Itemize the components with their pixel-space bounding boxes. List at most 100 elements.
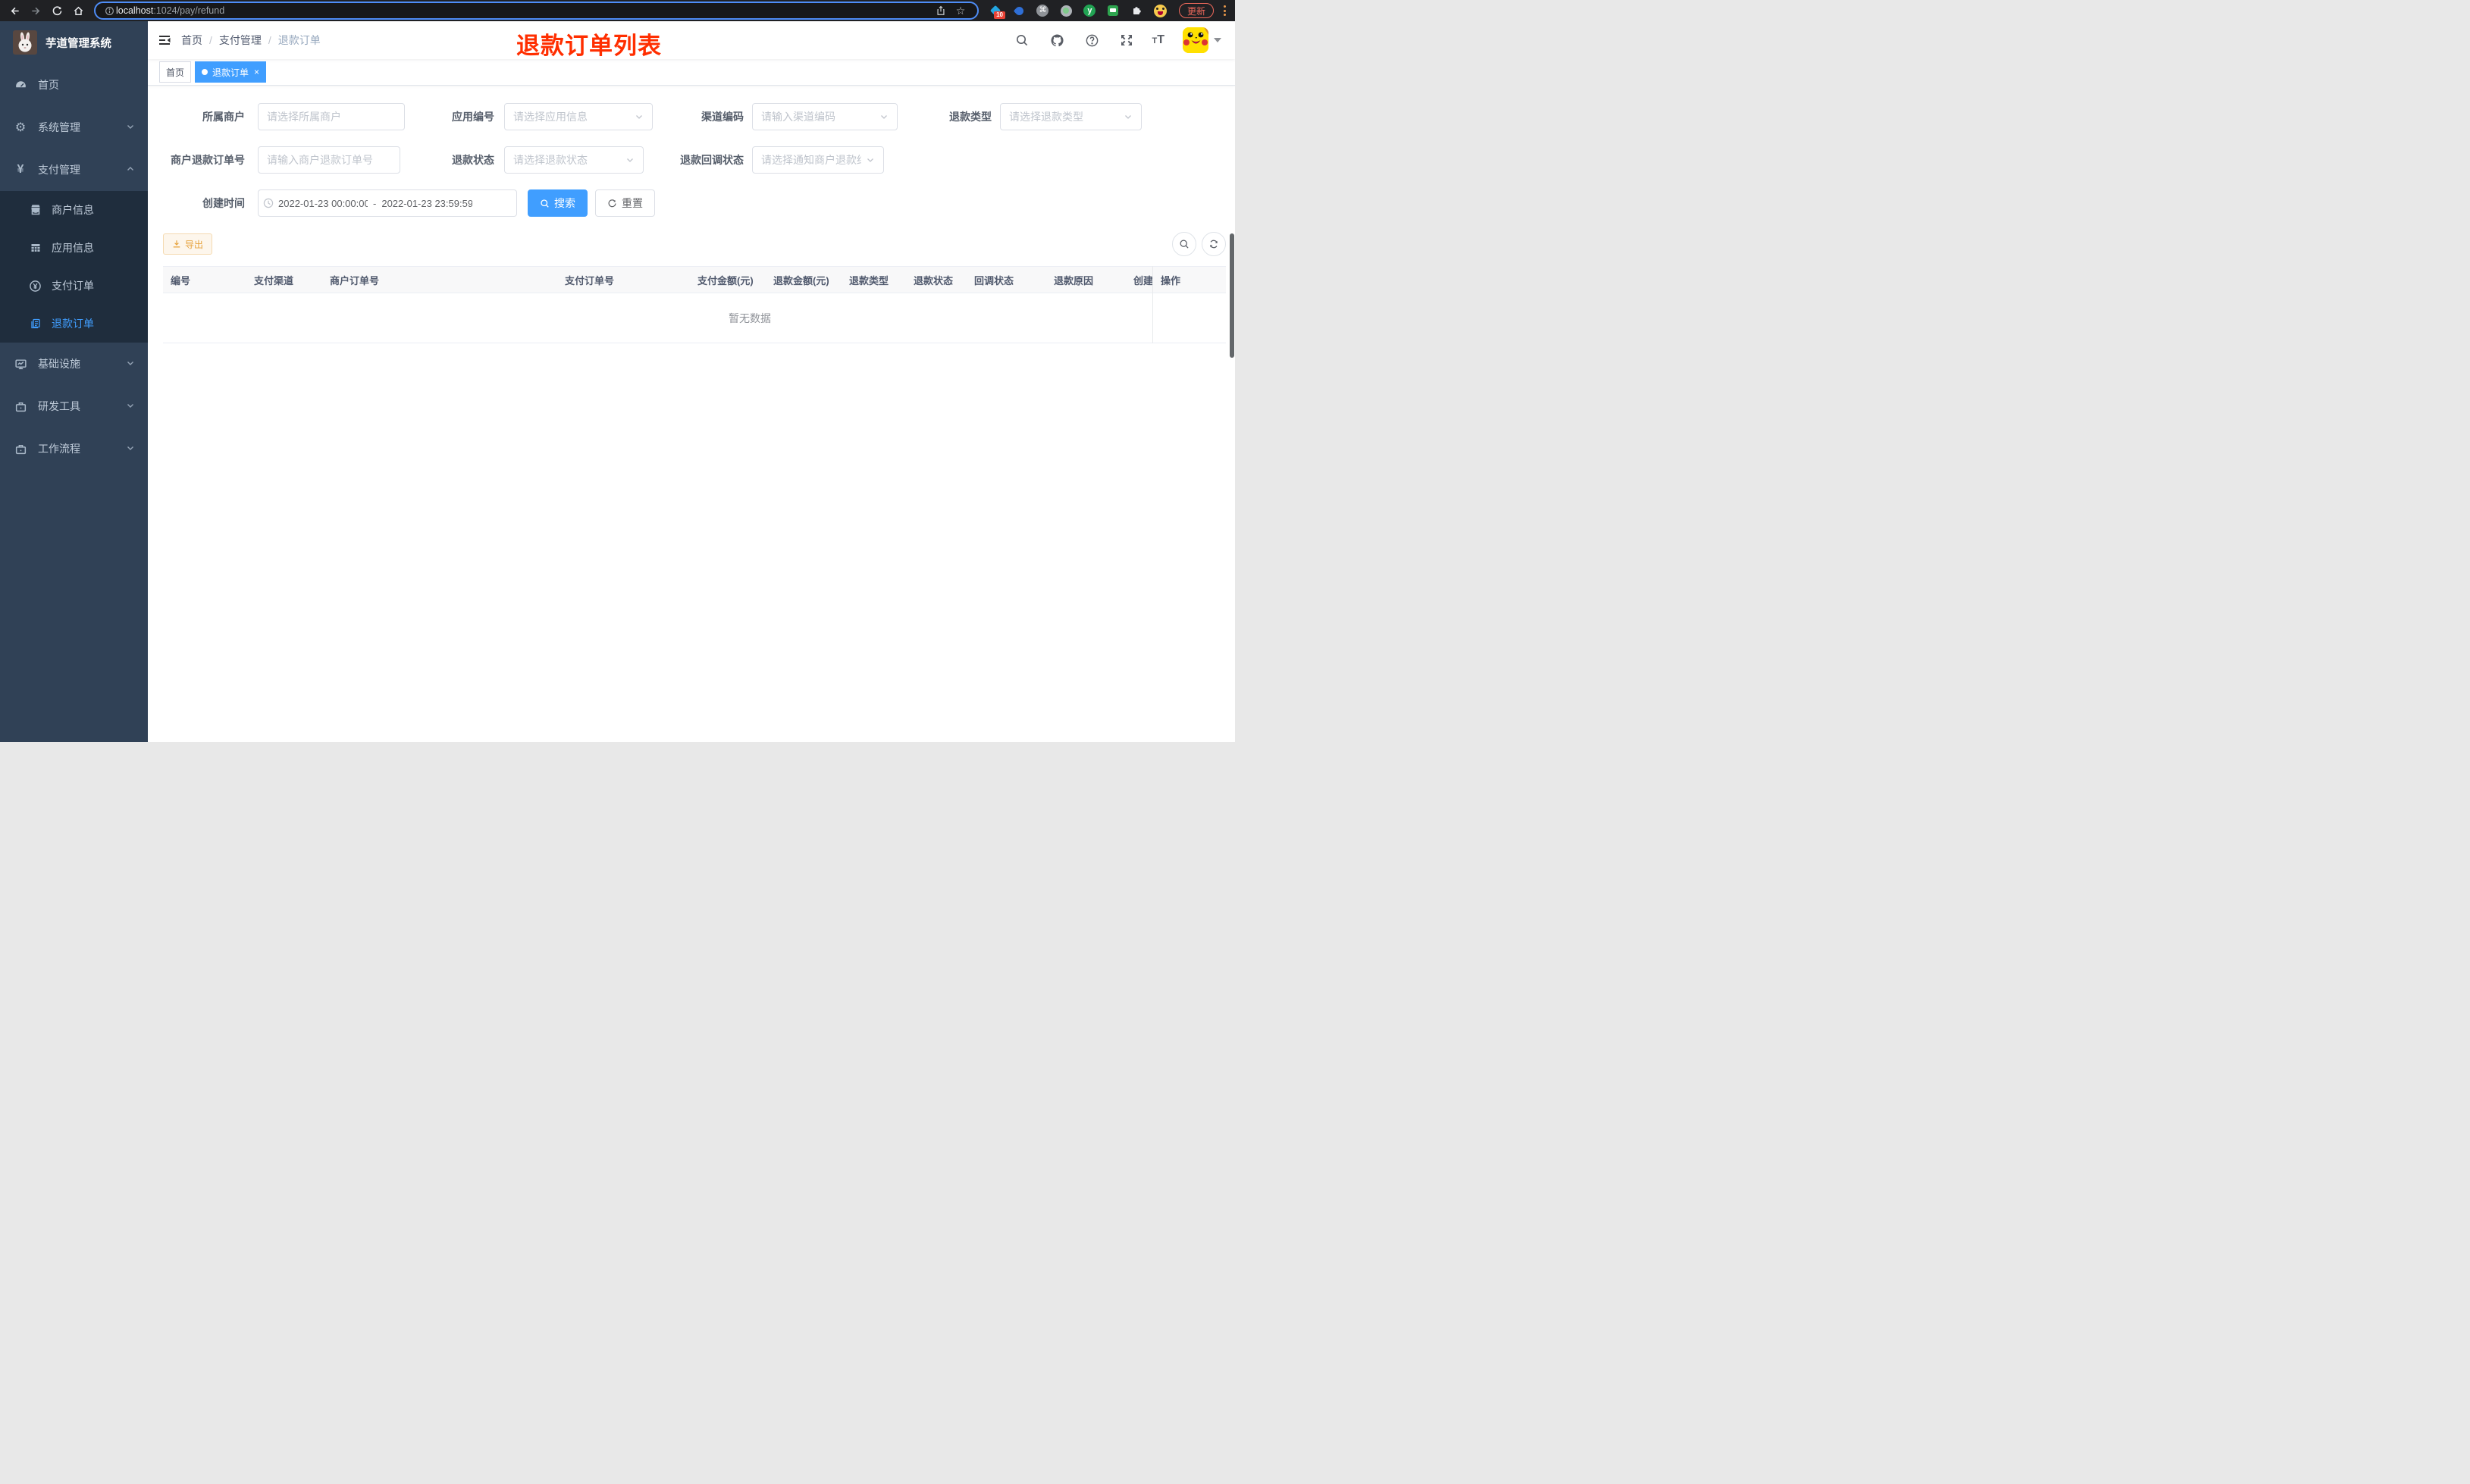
column-header-refund-amount[interactable]: 退款金额(元) xyxy=(766,273,842,287)
sidebar-item-devtools[interactable]: 研发工具 xyxy=(0,385,148,427)
chrome-update-button[interactable]: 更新 xyxy=(1178,3,1214,18)
refund-table: 编号 支付渠道 商户订单号 支付订单号 支付金额(元) 退款金额(元) 退款类型… xyxy=(163,266,1226,343)
extension-icon-chat[interactable] xyxy=(1102,2,1124,20)
filter-row-3: 创建时间 2022-01-23 00:00:00 - 2022-01-23 23… xyxy=(163,189,1226,217)
search-icon[interactable] xyxy=(1012,30,1032,50)
app-select[interactable]: 请选择应用信息 xyxy=(504,103,653,130)
tag-refund-order[interactable]: 退款订单 × xyxy=(195,61,267,83)
grid-table-icon xyxy=(29,242,42,254)
sidebar-item-workflow[interactable]: 工作流程 xyxy=(0,427,148,470)
column-header-pay-amount[interactable]: 支付金额(元) xyxy=(690,273,766,287)
merchant-select[interactable] xyxy=(258,103,405,130)
sidebar-item-merchant-info[interactable]: 商户信息 xyxy=(0,191,148,229)
extension-icon-command[interactable]: ⌘ xyxy=(1032,2,1054,20)
site-info-icon[interactable] xyxy=(102,2,116,20)
column-header-refund-type[interactable]: 退款类型 xyxy=(842,273,906,287)
column-header-channel[interactable]: 支付渠道 xyxy=(246,273,322,287)
refresh-table-button[interactable] xyxy=(1202,232,1226,256)
sidebar-item-label: 首页 xyxy=(38,79,59,91)
tags-view: 首页 退款订单 × xyxy=(148,59,1235,86)
extension-icon-kite[interactable] xyxy=(1008,2,1030,20)
breadcrumb-home[interactable]: 首页 xyxy=(181,33,202,48)
filter-merchant: 所属商户 xyxy=(163,103,405,130)
show-search-toggle-button[interactable] xyxy=(1172,232,1196,256)
sidebar-item-app-info[interactable]: 应用信息 xyxy=(0,229,148,267)
navbar: 首页 / 支付管理 / 退款订单 退款订单列表 TT xyxy=(148,21,1235,59)
extension-icon-recorder[interactable] xyxy=(1055,2,1077,20)
user-menu[interactable] xyxy=(1183,27,1221,53)
sidebar-item-refund-order[interactable]: 退款订单 xyxy=(0,305,148,343)
extension-icon-tabs[interactable]: 10 xyxy=(985,2,1007,20)
extension-icon-emoji[interactable] xyxy=(1149,2,1171,20)
font-size-icon[interactable]: TT xyxy=(1152,33,1164,47)
merchant-refund-no-input[interactable] xyxy=(267,154,391,166)
tag-home[interactable]: 首页 xyxy=(159,61,192,83)
browser-reload-button[interactable] xyxy=(47,2,67,20)
sidebar-item-label: 商户信息 xyxy=(52,204,94,216)
bookmark-star-icon[interactable]: ☆ xyxy=(951,2,970,20)
download-icon xyxy=(173,240,180,248)
reset-button[interactable]: 重置 xyxy=(595,189,655,217)
export-button[interactable]: 导出 xyxy=(163,233,213,255)
page-annotation-title: 退款订单列表 xyxy=(516,33,662,59)
sidebar-item-label: 支付订单 xyxy=(52,280,94,292)
notify-status-select[interactable]: 请选择通知商户退款结果的回调状态 xyxy=(752,146,884,174)
refund-type-select[interactable]: 请选择退款类型 xyxy=(1000,103,1142,130)
column-header-pay-order-no[interactable]: 支付订单号 xyxy=(557,273,690,287)
refund-status-select[interactable]: 请选择退款状态 xyxy=(504,146,644,174)
column-header-id[interactable]: 编号 xyxy=(163,273,246,287)
column-header-merchant-order-no[interactable]: 商户订单号 xyxy=(322,273,557,287)
emoji-ext-icon xyxy=(1153,4,1167,17)
filter-refund-type: 退款类型 请选择退款类型 xyxy=(906,103,1142,130)
filter-label: 所属商户 xyxy=(202,111,245,123)
extensions-puzzle-icon[interactable] xyxy=(1126,2,1148,20)
filter-merchant-refund-no: 商户退款订单号 xyxy=(163,146,400,174)
sidebar-logo-row[interactable]: 芋道管理系统 xyxy=(0,21,148,64)
browser-menu-icon[interactable] xyxy=(1218,2,1230,19)
refresh-icon xyxy=(608,199,616,207)
date-end-value[interactable]: 2022-01-23 23:59:59 xyxy=(381,198,472,209)
tag-label: 首页 xyxy=(166,67,185,78)
filter-row-1: 所属商户 应用编号 请选择应用信息 渠道编码 xyxy=(163,103,1226,130)
date-range-picker[interactable]: 2022-01-23 00:00:00 - 2022-01-23 23:59:5… xyxy=(258,189,517,217)
sidebar-collapse-icon[interactable] xyxy=(148,21,181,59)
sidebar-item-home[interactable]: 首页 xyxy=(0,64,148,106)
sidebar-item-label: 系统管理 xyxy=(38,121,80,133)
sidebar-item-system[interactable]: ⚙ 系统管理 xyxy=(0,106,148,149)
y-ext-icon: y xyxy=(1083,5,1096,17)
sidebar-item-infra[interactable]: 基础设施 xyxy=(0,343,148,385)
merchant-refund-no-field[interactable] xyxy=(258,146,400,174)
sidebar-item-pay-order[interactable]: 支付订单 xyxy=(0,267,148,305)
channel-select[interactable]: 请输入渠道编码 xyxy=(752,103,898,130)
github-icon[interactable] xyxy=(1047,30,1067,50)
extension-badge: 10 xyxy=(994,11,1005,19)
url-text: localhost:1024/pay/refund xyxy=(116,5,931,16)
search-button[interactable]: 搜索 xyxy=(528,189,588,217)
url-bar[interactable]: localhost:1024/pay/refund ☆ xyxy=(94,2,979,20)
share-icon[interactable] xyxy=(931,2,951,20)
extension-icon-y[interactable]: y xyxy=(1079,2,1101,20)
column-header-create-time[interactable]: 创建时间 xyxy=(1126,273,1153,287)
breadcrumb-pay[interactable]: 支付管理 xyxy=(219,33,262,48)
column-header-refund-reason[interactable]: 退款原因 xyxy=(1046,273,1126,287)
column-header-callback-status[interactable]: 回调状态 xyxy=(967,273,1046,287)
sidebar-item-pay[interactable]: ¥ 支付管理 xyxy=(0,149,148,191)
select-placeholder: 请选择通知商户退款结果的回调状态 xyxy=(761,154,861,166)
pay-submenu: 商户信息 应用信息 支付订单 退款订单 xyxy=(0,191,148,343)
column-header-actions[interactable]: 操作 xyxy=(1153,267,1226,293)
fullscreen-icon[interactable] xyxy=(1117,30,1136,50)
close-icon[interactable]: × xyxy=(254,67,259,77)
column-header-refund-status[interactable]: 退款状态 xyxy=(906,273,967,287)
sidebar-item-label: 工作流程 xyxy=(38,443,80,455)
chevron-down-icon xyxy=(126,400,135,412)
browser-home-button[interactable] xyxy=(68,2,88,20)
screenshot-root: localhost:1024/pay/refund ☆ 10 ⌘ y 更新 芋道… xyxy=(0,0,1235,742)
search-button-label: 搜索 xyxy=(554,197,575,209)
date-start-value[interactable]: 2022-01-23 00:00:00 xyxy=(278,198,368,209)
browser-forward-button[interactable] xyxy=(26,2,45,20)
merchant-input[interactable] xyxy=(267,111,396,123)
help-icon[interactable] xyxy=(1082,30,1102,50)
page-scrollbar-thumb[interactable] xyxy=(1230,233,1234,358)
breadcrumb-separator: / xyxy=(209,34,212,46)
browser-back-button[interactable] xyxy=(5,2,24,20)
